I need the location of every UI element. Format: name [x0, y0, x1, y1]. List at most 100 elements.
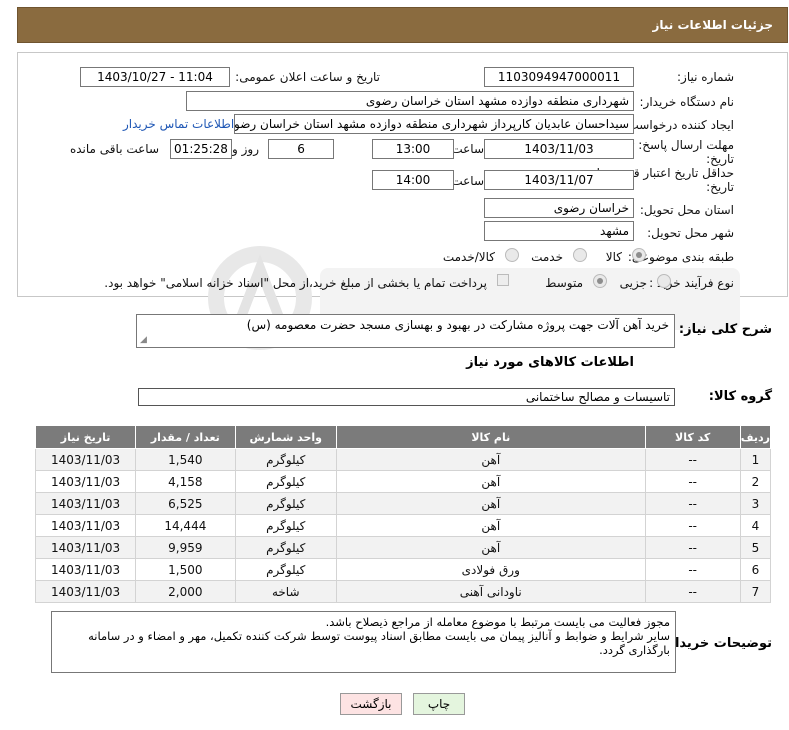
- category-service-radio[interactable]: [573, 248, 587, 262]
- days-label: روز و: [232, 142, 259, 156]
- cell-unit: کیلوگرم: [234, 536, 337, 559]
- cell-item-code: --: [644, 514, 741, 537]
- buyer-notes-box: مجوز فعالیت می بایست مرتبط با موضوع معام…: [51, 611, 676, 673]
- validity-label-date: تاریخ:: [706, 180, 734, 194]
- deadline-time-field: 13:00: [372, 139, 454, 159]
- cell-need-date: 1403/11/03: [34, 514, 137, 537]
- table-row: 3 -- آهن کیلوگرم 6,525 1403/11/03: [34, 492, 772, 515]
- need-number-field: 1103094947000011: [484, 67, 634, 87]
- description-textarea[interactable]: خرید آهن آلات جهت پروژه مشارکت در بهبود …: [136, 314, 675, 348]
- buyer-notes-line: سایر شرایط و ضوابط و آنالیز پیمان می بای…: [88, 629, 670, 643]
- goods-section-title: اطلاعات کالاهای مورد نیاز: [466, 355, 634, 370]
- buyer-notes-line: بارگذاری گردد.: [599, 643, 670, 657]
- treasury-payment-note: پرداخت تمام یا بخشی از مبلغ خرید،از محل …: [104, 276, 487, 290]
- purchase-medium-radio[interactable]: [593, 274, 607, 288]
- goods-table-header: ردیف کد کالا نام کالا واحد شمارش تعداد /…: [34, 425, 772, 449]
- cell-unit: کیلوگرم: [234, 492, 337, 515]
- purchase-medium-label: متوسط: [545, 276, 583, 290]
- validity-time-label: ساعت: [451, 174, 484, 188]
- table-row: 5 -- آهن کیلوگرم 9,959 1403/11/03: [34, 536, 772, 559]
- announce-field: 1403/10/27 - 11:04: [80, 67, 230, 87]
- table-row: 2 -- آهن کیلوگرم 4,158 1403/11/03: [34, 470, 772, 493]
- remaining-time-field: 01:25:28: [170, 139, 232, 159]
- cell-quantity: 9,959: [135, 536, 236, 559]
- table-row: 1 -- آهن کیلوگرم 1,540 1403/11/03: [34, 448, 772, 471]
- description-text: خرید آهن آلات جهت پروژه مشارکت در بهبود …: [246, 318, 669, 332]
- cell-item-name: آهن: [335, 536, 646, 559]
- category-goods-label: کالا: [605, 250, 622, 264]
- cell-quantity: 2,000: [135, 580, 236, 603]
- treasury-payment-checkbox[interactable]: [497, 274, 509, 286]
- days-field: 6: [268, 139, 334, 159]
- goods-group-label: گروه کالا:: [708, 389, 772, 404]
- cell-need-date: 1403/11/03: [34, 536, 137, 559]
- cell-quantity: 6,525: [135, 492, 236, 515]
- buyer-notes-line: مجوز فعالیت می بایست مرتبط با موضوع معام…: [325, 615, 670, 629]
- validity-date-field: 1403/11/07: [484, 170, 634, 190]
- cell-need-date: 1403/11/03: [34, 492, 137, 515]
- cell-row-number: 5: [739, 536, 772, 559]
- goods-group-field: تاسیسات و مصالح ساختمانی: [138, 388, 675, 406]
- page-header: جزئیات اطلاعات نیاز: [17, 7, 788, 43]
- category-goods-radio[interactable]: [632, 248, 646, 262]
- validity-time-field: 14:00: [372, 170, 454, 190]
- cell-unit: شاخه: [234, 580, 337, 603]
- cell-item-name: آهن: [335, 492, 646, 515]
- col-unit: واحد شمارش: [234, 425, 337, 449]
- buyer-notes-label: توضیحات خریدار:: [662, 636, 772, 651]
- back-button[interactable]: بازگشت: [340, 693, 402, 715]
- cell-unit: کیلوگرم: [234, 470, 337, 493]
- cell-item-code: --: [644, 492, 741, 515]
- page-title: جزئیات اطلاعات نیاز: [652, 18, 773, 32]
- announce-label: تاریخ و ساعت اعلان عمومی:: [235, 70, 380, 84]
- cell-unit: کیلوگرم: [234, 514, 337, 537]
- description-label: شرح کلی نیاز:: [678, 322, 772, 337]
- cell-item-code: --: [644, 580, 741, 603]
- cell-item-name: آهن: [335, 514, 646, 537]
- col-quantity: تعداد / مقدار: [135, 425, 236, 449]
- contact-info-link[interactable]: اطلاعات تماس خریدار: [123, 117, 234, 131]
- print-button[interactable]: چاپ: [413, 693, 465, 715]
- cell-row-number: 7: [739, 580, 772, 603]
- creator-label: ایجاد کننده درخواست:: [623, 118, 734, 132]
- city-label: شهر محل تحویل:: [647, 226, 734, 240]
- cell-item-name: آهن: [335, 448, 646, 471]
- city-field: مشهد: [484, 221, 634, 241]
- cell-quantity: 1,540: [135, 448, 236, 471]
- table-row: 7 -- ناودانی آهنی شاخه 2,000 1403/11/03: [34, 580, 772, 603]
- cell-unit: کیلوگرم: [234, 558, 337, 581]
- need-number-label: شماره نیاز:: [677, 70, 734, 84]
- category-service-label: خدمت: [531, 250, 563, 264]
- cell-quantity: 4,158: [135, 470, 236, 493]
- cell-item-code: --: [644, 470, 741, 493]
- province-label: استان محل تحویل:: [639, 203, 734, 217]
- col-item-name: نام کالا: [335, 425, 646, 449]
- col-item-code: کد کالا: [644, 425, 741, 449]
- table-row: 6 -- ورق فولادی کیلوگرم 1,500 1403/11/03: [34, 558, 772, 581]
- cell-need-date: 1403/11/03: [34, 558, 137, 581]
- cell-row-number: 3: [739, 492, 772, 515]
- col-need-date: تاریخ نیاز: [34, 425, 137, 449]
- category-goods-service-radio[interactable]: [505, 248, 519, 262]
- cell-row-number: 2: [739, 470, 772, 493]
- cell-need-date: 1403/11/03: [34, 448, 137, 471]
- cell-need-date: 1403/11/03: [34, 470, 137, 493]
- deadline-time-label: ساعت: [451, 142, 484, 156]
- remaining-label: ساعت باقی مانده: [69, 142, 159, 156]
- cell-row-number: 4: [739, 514, 772, 537]
- cell-need-date: 1403/11/03: [34, 580, 137, 603]
- purchase-minor-radio[interactable]: [657, 274, 671, 288]
- cell-row-number: 1: [739, 448, 772, 471]
- cell-item-code: --: [644, 536, 741, 559]
- col-row-number: ردیف: [739, 425, 772, 449]
- deadline-label-date: تاریخ:: [706, 152, 734, 166]
- province-field: خراسان رضوی: [484, 198, 634, 218]
- table-row: 4 -- آهن کیلوگرم 14,444 1403/11/03: [34, 514, 772, 537]
- cell-item-name: ورق فولادی: [335, 558, 646, 581]
- goods-table: ردیف کد کالا نام کالا واحد شمارش تعداد /…: [34, 425, 772, 603]
- cell-quantity: 1,500: [135, 558, 236, 581]
- deadline-label: مهلت ارسال پاسخ: تا: [627, 138, 734, 152]
- cell-item-name: آهن: [335, 470, 646, 493]
- resize-handle-icon[interactable]: ◢: [140, 335, 147, 345]
- category-goods-service-label: کالا/خدمت: [442, 250, 495, 264]
